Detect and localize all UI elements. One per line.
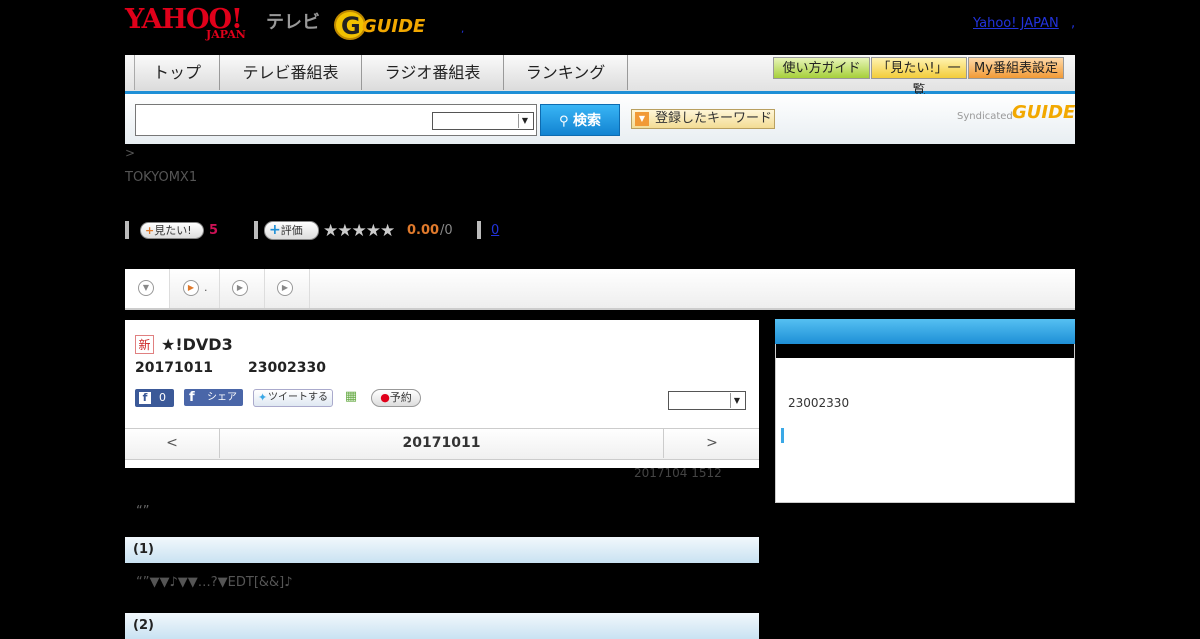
chevron-down-circle-icon: ▼ [138, 280, 154, 296]
current-date: 20171011 [402, 435, 481, 451]
facebook-icon: f [189, 390, 195, 405]
search-icon: ⚲ [558, 114, 574, 129]
want-button-label: 見たい! [154, 224, 192, 237]
stat-divider [477, 221, 481, 239]
dropdown-arrow-icon: ▼ [635, 112, 649, 126]
header-dot: , [461, 24, 465, 35]
yahoo-japan-link[interactable]: Yahoo! JAPAN [973, 16, 1059, 31]
sidebar-time: 23002330 [788, 396, 850, 410]
prev-date-button[interactable]: < [125, 428, 220, 458]
section-body: “”▼▼♪▼▼…?▼EDT[&&]♪ [136, 575, 293, 590]
tweet-label: ツイートする [268, 392, 328, 403]
my-schedule-settings-button[interactable]: My番組表設定 [968, 57, 1064, 79]
chevron-down-icon: ▼ [518, 114, 531, 128]
facebook-icon: f [139, 392, 151, 404]
search-button-label: 検索 [573, 113, 602, 129]
review-button[interactable]: +評価 [264, 221, 319, 240]
rating-score: 0.00 [407, 223, 440, 238]
gguide-logo[interactable]: G GUIDE [334, 8, 430, 40]
nav-tab-top[interactable]: トップ [135, 55, 220, 90]
gguide-logo-text: GUIDE [362, 16, 426, 37]
next-date-button[interactable]: > [663, 428, 760, 458]
plus-icon: + [145, 224, 155, 237]
rating-stars: ★★★★★ [323, 221, 395, 241]
header-separator: , [1071, 16, 1076, 31]
recorder-select[interactable]: ▼ [668, 391, 746, 410]
nav-tab-tv-schedule[interactable]: テレビ番組表 [220, 55, 362, 90]
calendar-add-icon[interactable]: ▦ [343, 389, 359, 405]
review-button-label: 評価 [280, 224, 303, 237]
facebook-like-count: 0 [159, 391, 166, 404]
new-badge: 新 [135, 335, 154, 354]
facebook-share-label: シェア [207, 392, 237, 403]
tab-detail-label: . [204, 281, 208, 294]
reserve-button[interactable]: ●予約 [371, 389, 421, 407]
sidebar-banner [776, 344, 1074, 358]
sidebar-header [775, 319, 1075, 344]
registered-keywords-label: 登録したキーワード [655, 111, 773, 126]
stat-divider [254, 221, 258, 239]
breadcrumb[interactable]: > [125, 146, 135, 160]
search-category-select[interactable]: ▼ [432, 112, 534, 130]
tab-detail[interactable]: ▶ . [170, 269, 220, 308]
facebook-like-button[interactable]: f0 [135, 389, 174, 407]
section-heading: (2) [125, 613, 759, 639]
play-circle-icon: ▶ [277, 280, 293, 296]
tab-cast[interactable]: ▶ [220, 269, 265, 308]
search-button[interactable]: ⚲ 検索 [540, 104, 620, 136]
program-time: 23002330 [248, 360, 326, 376]
sidebar-marker [781, 428, 784, 443]
nav-tab-ranking[interactable]: ランキング [504, 55, 628, 90]
main-nav: トップ テレビ番組表 ラジオ番組表 ランキング 使い方ガイド 「見たい!」一覧 … [125, 55, 1075, 98]
reserve-label: 予約 [389, 391, 412, 404]
tv-label: テレビ [266, 12, 320, 33]
registered-keywords-button[interactable]: ▼ 登録したキーワード [631, 109, 775, 129]
play-circle-icon: ▶ [232, 280, 248, 296]
program-date: 20171011 [135, 360, 213, 376]
last-updated: 2017104 1512 [634, 466, 722, 480]
chevron-down-icon: ▼ [730, 393, 743, 408]
tab-related[interactable]: ▶ [265, 269, 310, 308]
usage-guide-button[interactable]: 使い方ガイド [773, 57, 870, 79]
want-count: 5 [209, 223, 219, 238]
program-title: ★!DVD3 [161, 335, 233, 354]
review-count-link[interactable]: 0 [491, 223, 499, 238]
syndicated-gguide-logo: GUIDE [1012, 102, 1076, 123]
program-summary: “” [136, 504, 150, 519]
stat-divider [125, 221, 129, 239]
plus-icon: + [269, 222, 281, 238]
svg-text:G: G [341, 12, 361, 40]
tweet-button[interactable]: ✦ ツイートする [253, 389, 333, 407]
tab-overview[interactable]: ▼ [125, 269, 170, 308]
section-heading: (1) [125, 537, 759, 563]
record-dot-icon: ● [380, 391, 390, 404]
twitter-bird-icon: ✦ [258, 391, 268, 404]
want-list-button[interactable]: 「見たい!」一覧 [871, 57, 967, 98]
program-tab-strip: ▼ ▶ . ▶ ▶ [125, 269, 1075, 310]
rating-count: /0 [440, 223, 453, 238]
station-name: TOKYOMX1 [125, 170, 198, 185]
play-circle-icon: ▶ [183, 280, 199, 296]
nav-edge [125, 55, 135, 90]
facebook-share-button[interactable]: f シェア [184, 389, 243, 406]
nav-tab-radio-schedule[interactable]: ラジオ番組表 [362, 55, 504, 90]
yahoo-japan-logo-text: JAPAN [206, 28, 246, 41]
want-button[interactable]: +見たい! [140, 222, 204, 239]
syndicated-label: Syndicated [957, 111, 1013, 122]
